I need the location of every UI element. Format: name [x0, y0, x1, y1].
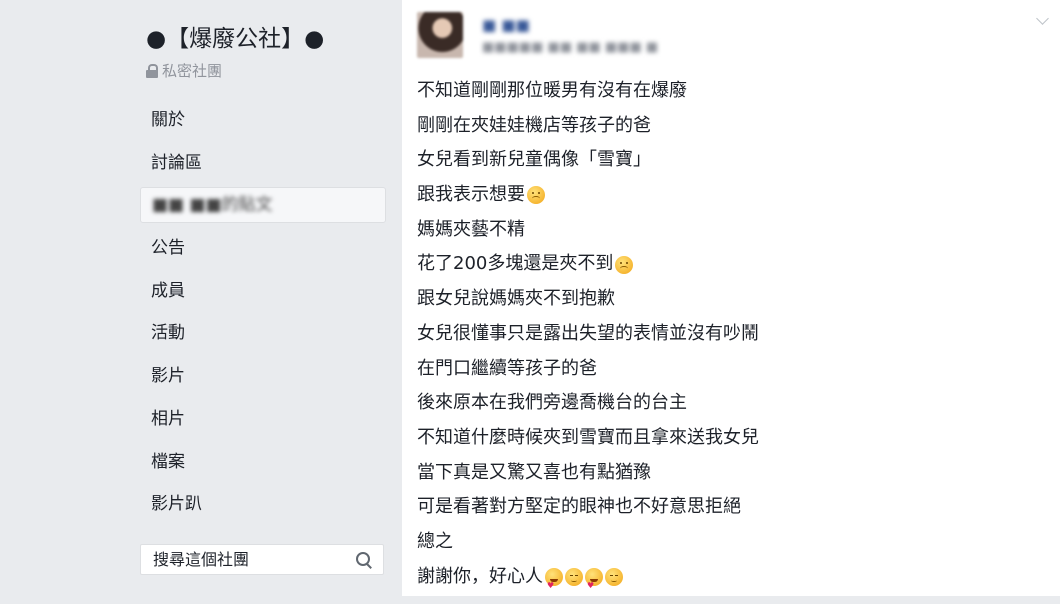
- post-line-text: 媽媽夾藝不精: [417, 218, 525, 240]
- group-privacy-label: 私密社團: [146, 60, 222, 81]
- chevron-down-icon[interactable]: [1036, 12, 1049, 25]
- avatar[interactable]: [417, 12, 463, 58]
- post-line: 跟我表示想要: [417, 178, 759, 213]
- heart-eyes-emoji-icon: [545, 567, 563, 604]
- post-line: 女兒很懂事只是露出失望的表情並沒有吵鬧: [417, 317, 759, 352]
- post-line: 媽媽夾藝不精: [417, 213, 759, 248]
- group-nav: 關於 討論區 ■■ ■■的貼文 公告 成員 活動 影片 相片 檔案 影片趴: [140, 102, 386, 529]
- heart-eyes-emoji-icon: [585, 567, 603, 604]
- post-line: 不知道剛剛那位暖男有沒有在爆廢: [417, 74, 759, 109]
- post-line: 不知道什麼時候夾到雪寶而且拿來送我女兒: [417, 421, 759, 456]
- nav-item-member-posts[interactable]: ■■ ■■的貼文: [140, 187, 386, 224]
- post-line-text: 花了200多塊還是夾不到: [417, 253, 614, 275]
- post-line-text: 在門口繼續等孩子的爸: [417, 357, 597, 379]
- post-line-text: 謝謝你，好心人: [417, 565, 543, 587]
- nav-item-files[interactable]: 檔案: [140, 444, 386, 480]
- group-search[interactable]: [140, 544, 384, 575]
- nav-item-events[interactable]: 活動: [140, 315, 386, 351]
- post-line-text: 女兒看到新兒童偶像「雪寶」: [417, 149, 651, 171]
- post-line-text: 不知道什麼時候夾到雪寶而且拿來送我女兒: [417, 426, 759, 448]
- nav-item-photos[interactable]: 相片: [140, 401, 386, 437]
- post-line-text: 跟女兒說媽媽夾不到抱歉: [417, 288, 615, 310]
- nav-item-discussion[interactable]: 討論區: [140, 145, 386, 181]
- group-type-text: 私密社團: [162, 62, 223, 80]
- post-card: ■ ■■ ■■■■■ ■■ ■■ ■■■ ■ 不知道剛剛那位暖男有沒有在爆廢 剛剛…: [402, 0, 1060, 604]
- post-line: 花了200多塊還是夾不到: [417, 247, 759, 282]
- blush-emoji-icon: [605, 567, 623, 586]
- group-sidebar: ●【爆廢公社】● 私密社團 關於 討論區 ■■ ■■的貼文 公告 成員 活動 影…: [0, 0, 400, 596]
- sad-emoji-icon: [527, 186, 545, 205]
- post-line: 可是看著對方堅定的眼神也不好意思拒絕: [417, 490, 759, 525]
- post-line-text: 女兒很懂事只是露出失望的表情並沒有吵鬧: [417, 322, 759, 344]
- post-line-text: 跟我表示想要: [417, 184, 525, 206]
- post-line: 後來原本在我們旁邊喬機台的台主: [417, 386, 759, 421]
- post-author[interactable]: ■ ■■: [482, 16, 530, 34]
- post-line: 謝謝你，好心人: [417, 560, 759, 604]
- nav-item-member-posts-label: ■■ ■■的貼文: [152, 195, 273, 216]
- lock-icon: [146, 63, 158, 78]
- post-line: 跟女兒說媽媽夾不到抱歉: [417, 282, 759, 317]
- nav-item-videos[interactable]: 影片: [140, 358, 386, 394]
- sad-emoji-icon: [615, 255, 634, 274]
- group-name[interactable]: ●【爆廢公社】●: [146, 22, 324, 56]
- nav-item-members[interactable]: 成員: [140, 273, 386, 309]
- post-line: 女兒看到新兒童偶像「雪寶」: [417, 143, 759, 178]
- post-line-text: 可是看著對方堅定的眼神也不好意思拒絕: [417, 496, 741, 518]
- search-icon[interactable]: [355, 551, 373, 569]
- post-line-text: 當下真是又驚又喜也有點猶豫: [417, 461, 651, 483]
- post-meta: ■■■■■ ■■ ■■ ■■■ ■: [482, 40, 659, 55]
- blush-emoji-icon: [565, 567, 583, 586]
- post-line-text: 不知道剛剛那位暖男有沒有在爆廢: [417, 80, 687, 101]
- post-line-text: 總之: [417, 530, 453, 552]
- post-line: 當下真是又驚又喜也有點猶豫: [417, 456, 759, 491]
- nav-item-watch-party[interactable]: 影片趴: [140, 486, 386, 522]
- post-line-text: 後來原本在我們旁邊喬機台的台主: [417, 392, 687, 414]
- nav-item-about[interactable]: 關於: [140, 102, 386, 138]
- post-body: 不知道剛剛那位暖男有沒有在爆廢 剛剛在夾娃娃機店等孩子的爸 女兒看到新兒童偶像「雪寶…: [417, 74, 759, 604]
- post-line: 總之: [417, 525, 759, 560]
- post-line: 在門口繼續等孩子的爸: [417, 352, 759, 387]
- post-line: 剛剛在夾娃娃機店等孩子的爸: [417, 109, 759, 144]
- nav-item-announcements[interactable]: 公告: [140, 230, 386, 266]
- post-line-text: 剛剛在夾娃娃機店等孩子的爸: [417, 114, 651, 136]
- search-input[interactable]: [151, 549, 345, 570]
